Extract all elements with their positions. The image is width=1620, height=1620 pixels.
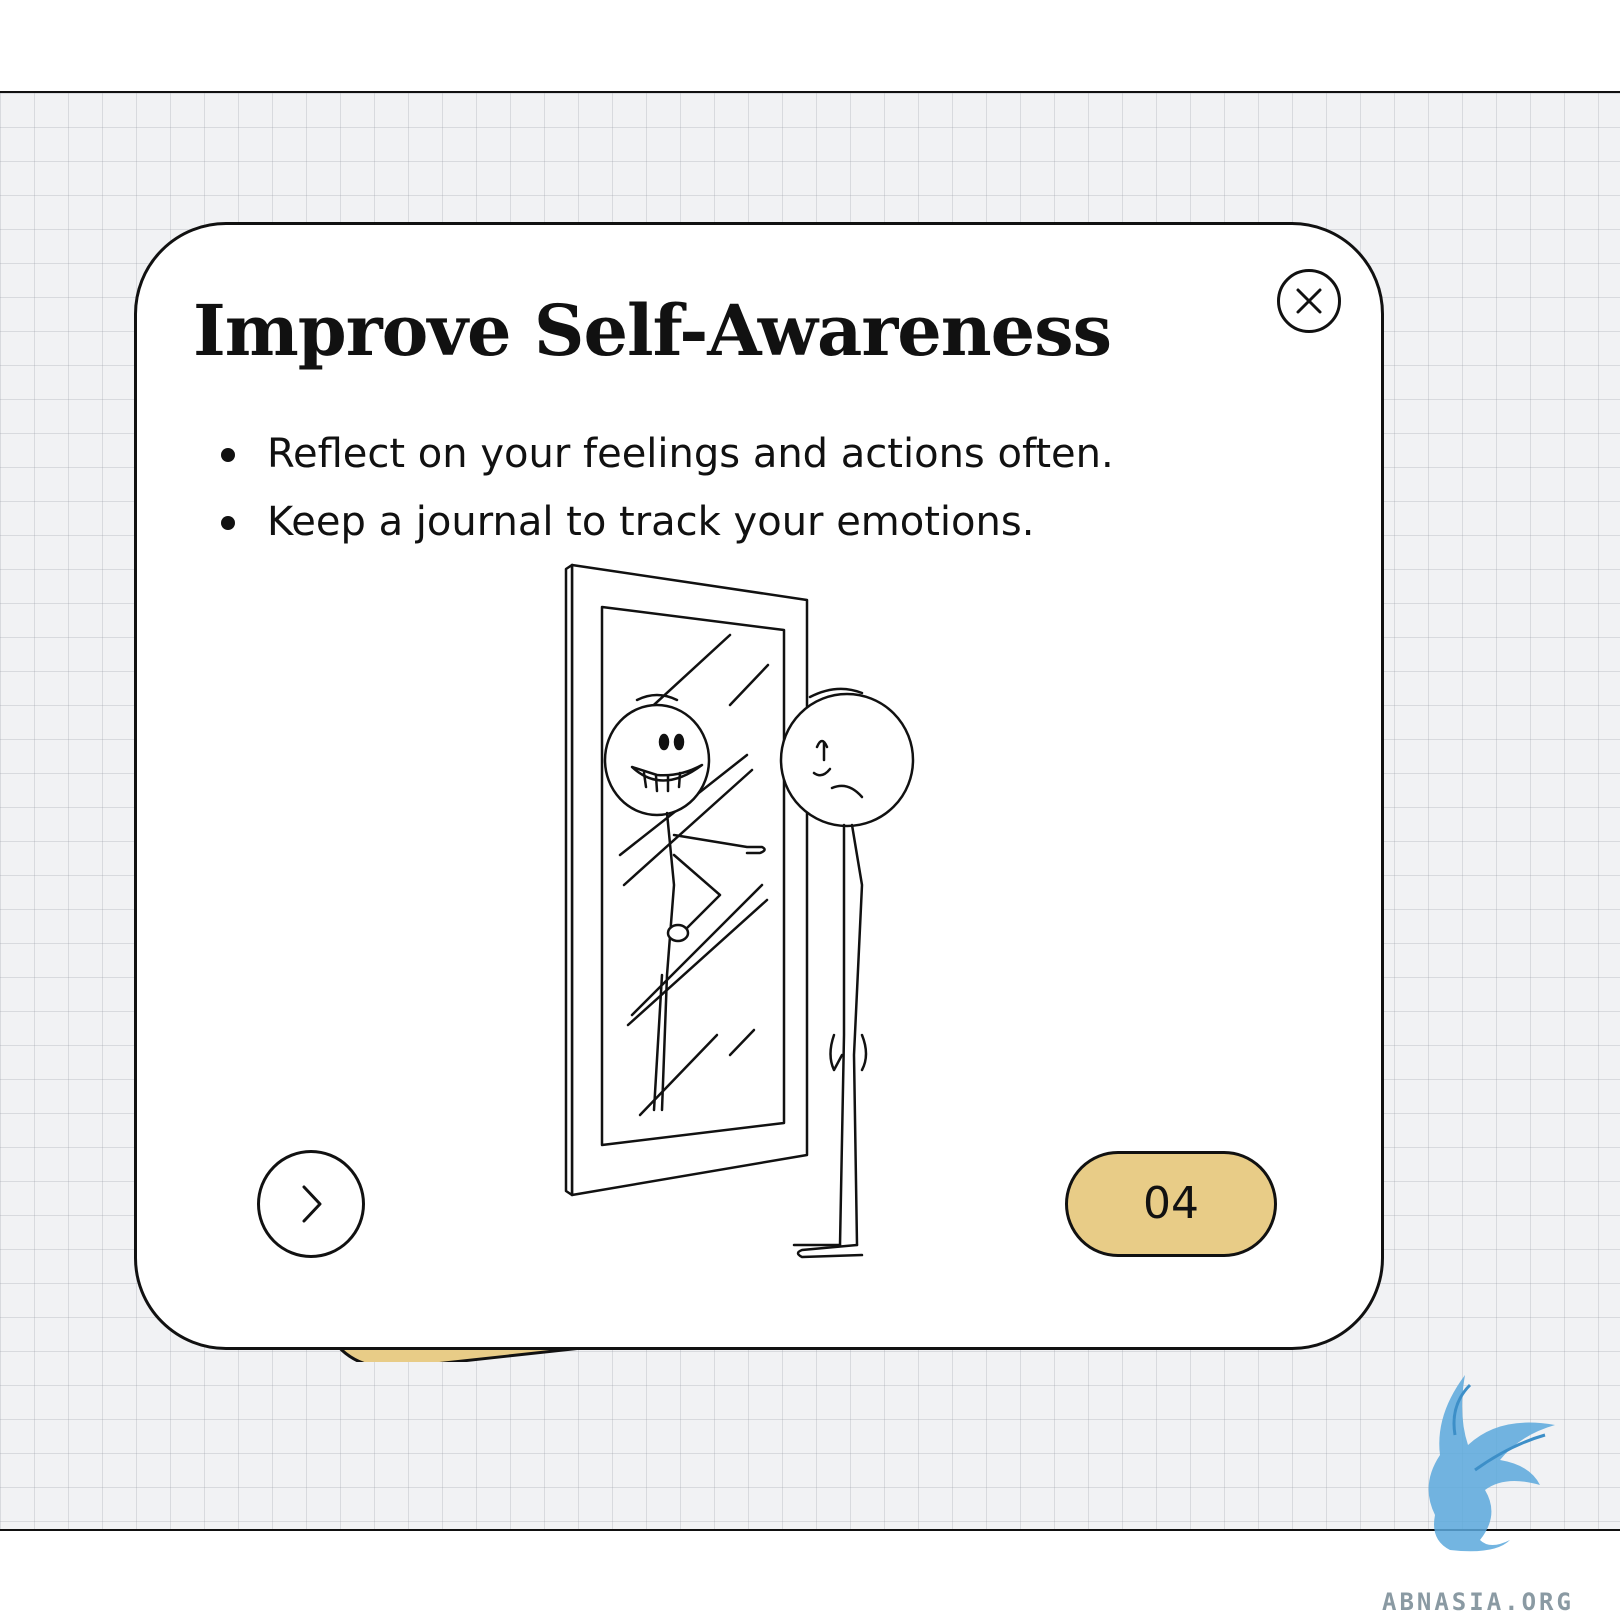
tip-text: Reflect on your feelings and actions oft… [267,431,1114,477]
bullet-dot [221,516,235,530]
tip-text: Keep a journal to track your emotions. [267,499,1035,545]
tip-list: Reflect on your feelings and actions oft… [221,420,1114,556]
close-icon [1296,288,1322,314]
tip-card: Improve Self-Awareness Reflect on your f… [134,222,1384,1350]
brand-site-text: ABNASIA.ORG [1382,1588,1574,1616]
chevron-right-icon [302,1185,322,1223]
card-title: Improve Self-Awareness [193,289,1112,372]
next-button[interactable] [257,1150,365,1258]
stick-figure-mirror-illustration [564,563,915,1259]
griffin-logo [1428,1375,1555,1552]
tip-item: Keep a journal to track your emotions. [221,488,1114,556]
page-number-badge: 04 [1065,1151,1277,1257]
tip-item: Reflect on your feelings and actions oft… [221,420,1114,488]
close-button[interactable] [1277,269,1341,333]
bullet-dot [221,448,235,462]
